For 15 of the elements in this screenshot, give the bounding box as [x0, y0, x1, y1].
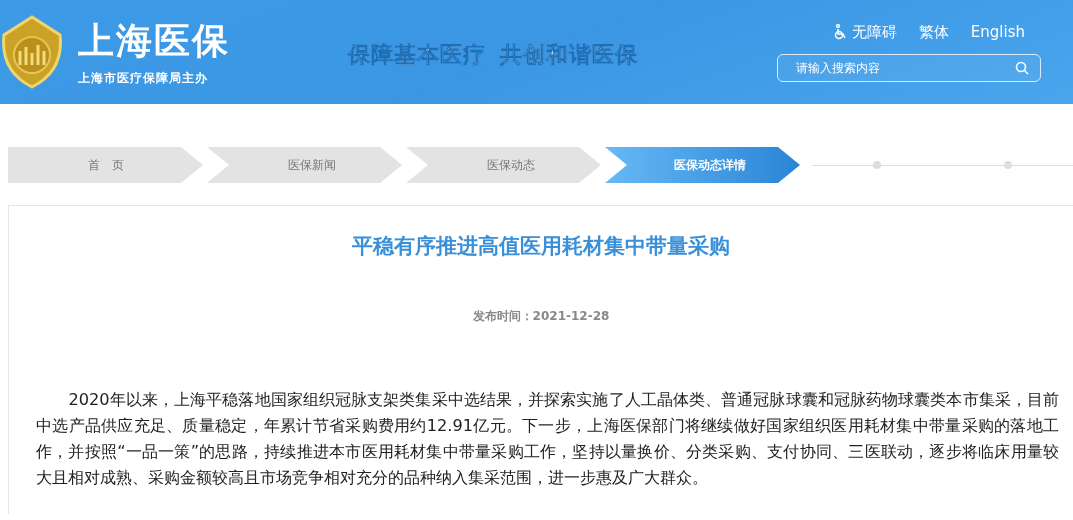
- breadcrumb-step[interactable]: 医保动态: [406, 147, 601, 183]
- article-title: 平稳有序推进高值医用耗材集中带量采购: [352, 233, 730, 260]
- wheelchair-icon: [833, 24, 848, 40]
- breadcrumb-step[interactable]: 医保动态详情: [605, 147, 800, 183]
- search-icon[interactable]: [1015, 60, 1029, 75]
- header-link[interactable]: 无障碍: [833, 22, 897, 42]
- breadcrumb-step[interactable]: 首 页: [8, 147, 203, 183]
- header-link[interactable]: English: [970, 22, 1025, 42]
- breadcrumb-step[interactable]: 医保新闻: [207, 147, 402, 183]
- site-subtitle: 上海市医疗保障局主办: [78, 70, 209, 87]
- header-link[interactable]: 繁体: [918, 22, 949, 42]
- publish-date: 发布时间：2021-12-28: [472, 308, 610, 325]
- search-field[interactable]: 请输入搜索内容: [777, 53, 1041, 82]
- site-title: 上海医保: [78, 19, 230, 63]
- article-paragraph: 2020年以来，上海平稳落地国家组织冠脉支架类集采中选结果，并探索实施了人工晶体类、普通冠脉球囊和冠脉药物球囊类本市集采，目前中选产品供应充足、质量稳定，年累计节省采购费用约12.91亿元。下一步，上海医保部门将继续做好国家组织医用耗材集中带量采购的落地工作，并按照“一品一策”的思路，持续推进本市医用耗材集中带量采购工作，坚持以量换价、分类采购、支付协同、三医联动，逐步将临床用量较大且相对成熟、采购金额较高且市场竞争相对充分的品种纳入集采范围，进一步惠及广大群众。: [35, 389, 1060, 489]
